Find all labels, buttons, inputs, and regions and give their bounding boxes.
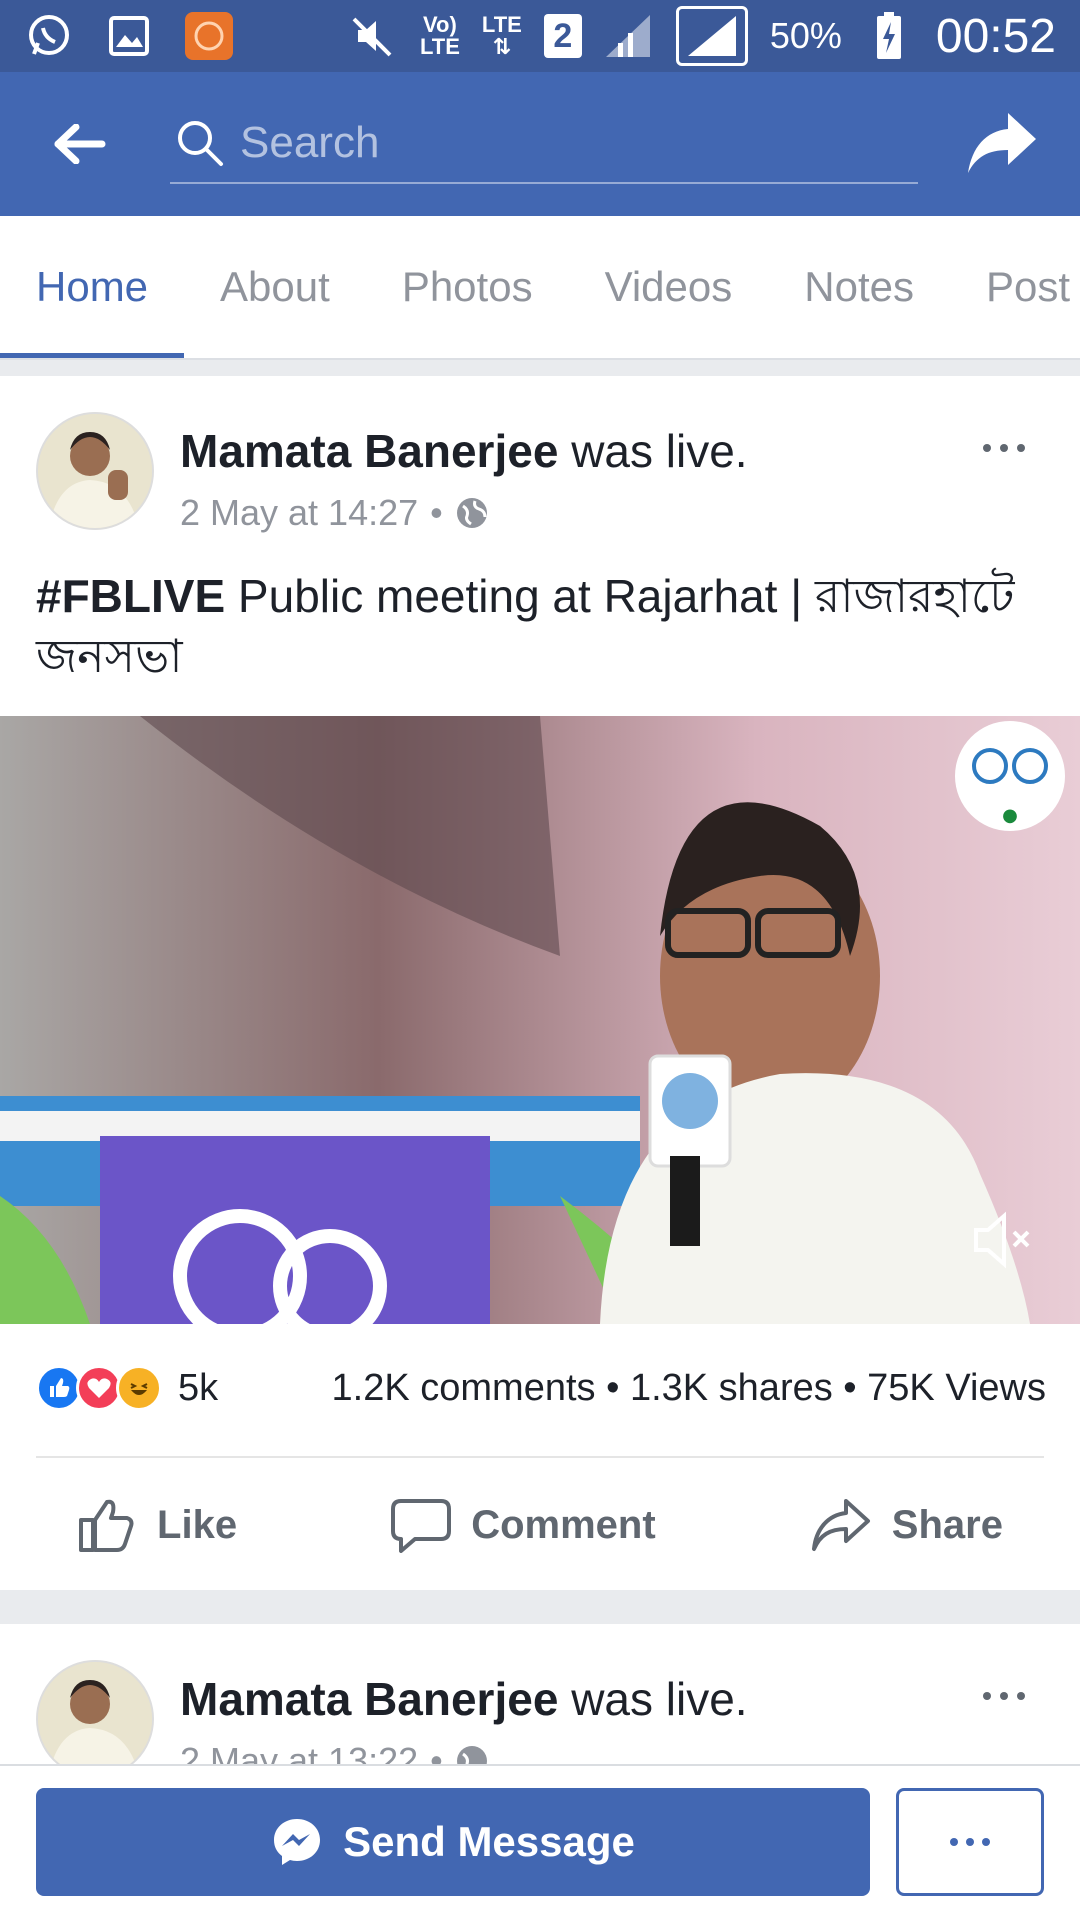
share-icon bbox=[811, 1499, 870, 1551]
thumbs-up-icon bbox=[79, 1499, 134, 1552]
author-name-2[interactable]: Mamata Banerjee bbox=[180, 1673, 558, 1725]
meta-separator: • bbox=[430, 492, 443, 533]
post-author-line: Mamata Banerjee was live. bbox=[180, 424, 748, 478]
share-page-button[interactable] bbox=[942, 72, 1062, 216]
tab-videos[interactable]: Videos bbox=[569, 216, 769, 358]
sim-badge: 2 bbox=[543, 14, 582, 58]
signal-2-icon bbox=[675, 6, 748, 66]
send-message-label: Send Message bbox=[343, 1818, 635, 1865]
back-arrow-icon bbox=[54, 124, 106, 164]
tab-posts[interactable]: Post bbox=[950, 216, 1080, 358]
search-input[interactable] bbox=[240, 118, 880, 168]
page-tabs: Home About Photos Videos Notes Post bbox=[0, 216, 1080, 360]
post-meta: 2 May at 14:27 • bbox=[180, 492, 489, 534]
tab-notes[interactable]: Notes bbox=[768, 216, 950, 358]
volte-label: Vo) LTE bbox=[419, 12, 460, 59]
like-button[interactable]: Like bbox=[77, 1496, 237, 1554]
comment-button[interactable]: Comment bbox=[391, 1497, 656, 1553]
tab-about[interactable]: About bbox=[184, 216, 366, 358]
search-icon bbox=[170, 113, 230, 173]
bottom-action-bar: Send Message bbox=[0, 1764, 1080, 1920]
send-message-button[interactable]: Send Message bbox=[36, 1788, 870, 1896]
author-name[interactable]: Mamata Banerjee bbox=[180, 425, 558, 477]
mute-icon bbox=[348, 11, 398, 61]
divider bbox=[36, 1456, 1044, 1458]
post-timestamp[interactable]: 2 May at 14:27 bbox=[180, 492, 418, 534]
post-stats[interactable]: 1.2K comments • 1.3K shares • 75K Views bbox=[332, 1367, 1046, 1410]
post-message: #FBLIVE Public meeting at Rajarhat | রাজ… bbox=[36, 566, 1046, 686]
comment-label: Comment bbox=[471, 1502, 656, 1547]
tab-photos[interactable]: Photos bbox=[366, 216, 569, 358]
more-options-button[interactable] bbox=[896, 1788, 1044, 1896]
share-arrow-icon bbox=[968, 113, 1036, 173]
video-mute-button[interactable] bbox=[968, 1204, 1040, 1276]
globe-icon bbox=[456, 498, 487, 528]
tab-home[interactable]: Home bbox=[0, 216, 185, 358]
back-button[interactable] bbox=[20, 72, 140, 216]
share-button[interactable]: Share bbox=[810, 1497, 1003, 1553]
post-card: Mamata Banerjee was live. 2 May at 14:27… bbox=[0, 376, 1080, 1590]
post-header: Mamata Banerjee was live. 2 May at 14:27… bbox=[36, 412, 1044, 534]
search-bar[interactable] bbox=[170, 104, 918, 184]
post-actions: Like Comment Share bbox=[0, 1460, 1080, 1590]
messenger-icon bbox=[274, 1819, 321, 1865]
app-bar bbox=[0, 72, 1080, 216]
comment-icon bbox=[391, 1499, 452, 1553]
reaction-icons[interactable] bbox=[36, 1365, 162, 1411]
avatar[interactable] bbox=[36, 412, 154, 530]
like-label: Like bbox=[157, 1502, 238, 1547]
battery-percent: 50% bbox=[769, 15, 842, 56]
avatar-2[interactable] bbox=[36, 1660, 154, 1778]
signal-icon bbox=[604, 11, 654, 61]
whatsapp-icon bbox=[24, 11, 74, 61]
lte-label: LTE ⇅ bbox=[481, 12, 522, 59]
clock: 00:52 bbox=[935, 9, 1056, 63]
post-options-button-2[interactable] bbox=[964, 1666, 1044, 1726]
reactions-row: 5k 1.2K comments • 1.3K shares • 75K Vie… bbox=[36, 1358, 1046, 1418]
post-options-button[interactable] bbox=[964, 418, 1044, 478]
post-action-text-2: was live. bbox=[571, 1673, 748, 1725]
live-video[interactable]: ● bbox=[0, 716, 1080, 1324]
status-bar: Vo) LTE LTE ⇅ 2 50% 00:52 bbox=[0, 0, 1080, 72]
svg-text:●: ● bbox=[1002, 805, 1018, 826]
mi-app-icon bbox=[184, 11, 234, 61]
post-hashtag[interactable]: #FBLIVE bbox=[36, 570, 225, 622]
reaction-count[interactable]: 5k bbox=[178, 1367, 218, 1410]
haha-reaction-icon bbox=[116, 1365, 162, 1411]
post-action-text: was live. bbox=[571, 425, 748, 477]
share-label: Share bbox=[891, 1502, 1003, 1547]
post-author-line-2: Mamata Banerjee was live. bbox=[180, 1672, 748, 1726]
post-header-2: Mamata Banerjee was live. 2 May at 13:22… bbox=[36, 1660, 1044, 1781]
battery-icon bbox=[864, 11, 914, 61]
gallery-icon bbox=[104, 11, 154, 61]
volume-off-icon bbox=[974, 1211, 1030, 1269]
